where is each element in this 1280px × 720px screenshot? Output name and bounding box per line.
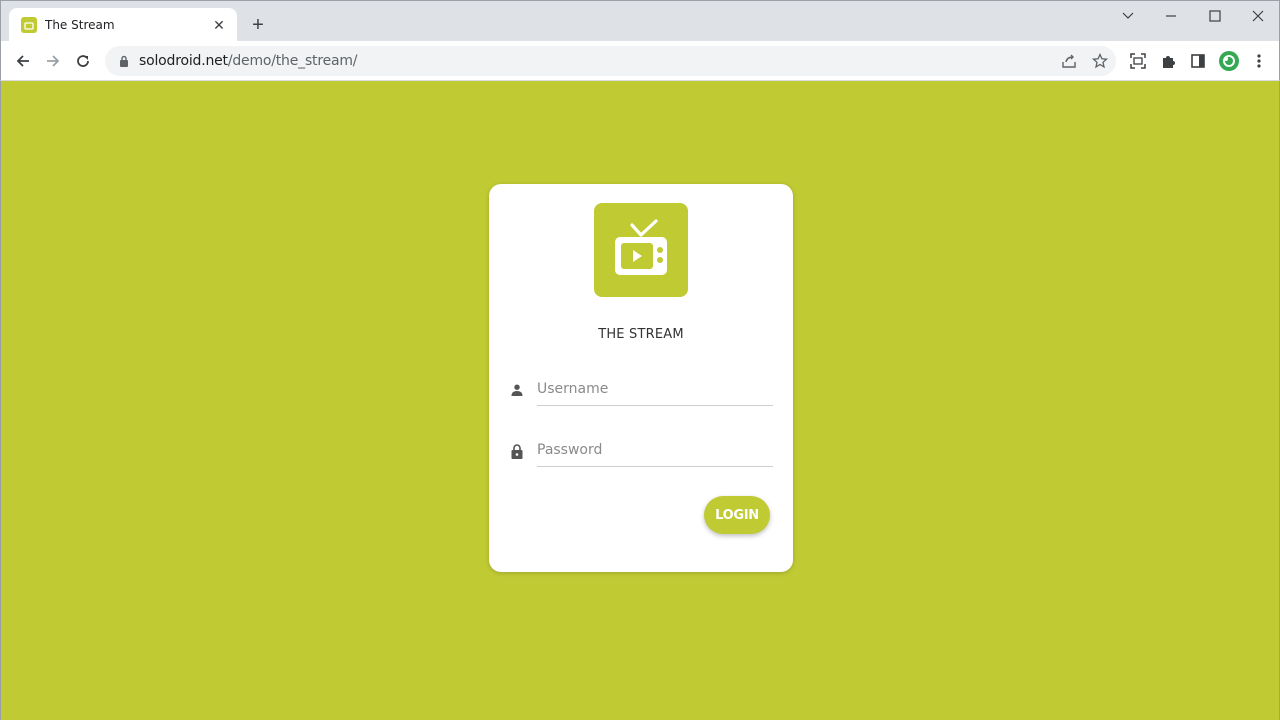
browser-toolbar: solodroid.net/demo/the_stream/ <box>0 41 1280 81</box>
url-text: solodroid.net/demo/the_stream/ <box>139 53 358 69</box>
username-input[interactable] <box>537 372 773 406</box>
forward-arrow-icon[interactable] <box>39 47 67 75</box>
back-arrow-icon[interactable] <box>9 47 37 75</box>
maximize-icon[interactable] <box>1193 1 1237 31</box>
reload-icon[interactable] <box>69 47 97 75</box>
extensions-puzzle-icon[interactable] <box>1156 49 1180 73</box>
login-button[interactable]: LOGIN <box>704 496 770 534</box>
chevron-down-icon[interactable] <box>1106 1 1150 31</box>
share-icon[interactable] <box>1057 49 1081 73</box>
bookmark-star-icon[interactable] <box>1088 49 1112 73</box>
side-panel-icon[interactable] <box>1186 49 1210 73</box>
page-background: THE STREAM LOGIN <box>0 81 1280 720</box>
app-title: THE STREAM <box>598 327 684 342</box>
tab-strip: The Stream ✕ + <box>0 0 1280 42</box>
url-host: solodroid.net <box>139 53 228 69</box>
close-window-icon[interactable] <box>1236 1 1280 31</box>
minimize-icon[interactable] <box>1149 1 1193 31</box>
more-menu-icon[interactable] <box>1247 49 1271 73</box>
person-icon <box>509 382 525 398</box>
username-field <box>509 372 773 406</box>
tv-logo-icon <box>594 203 688 297</box>
password-input[interactable] <box>537 433 773 467</box>
profile-avatar-icon[interactable] <box>1217 49 1241 73</box>
password-field <box>509 433 773 467</box>
browser-tab[interactable]: The Stream ✕ <box>9 8 237 42</box>
login-card: THE STREAM LOGIN <box>489 184 793 572</box>
tab-close-icon[interactable]: ✕ <box>211 17 227 33</box>
tv-favicon-icon <box>21 17 37 33</box>
address-bar[interactable]: solodroid.net/demo/the_stream/ <box>105 46 1116 76</box>
tab-title: The Stream <box>45 18 115 32</box>
url-path: /demo/the_stream/ <box>227 53 358 69</box>
screenshot-icon[interactable] <box>1126 49 1150 73</box>
lock-icon <box>509 443 525 459</box>
new-tab-button[interactable]: + <box>246 13 270 37</box>
lock-icon[interactable] <box>117 54 131 68</box>
